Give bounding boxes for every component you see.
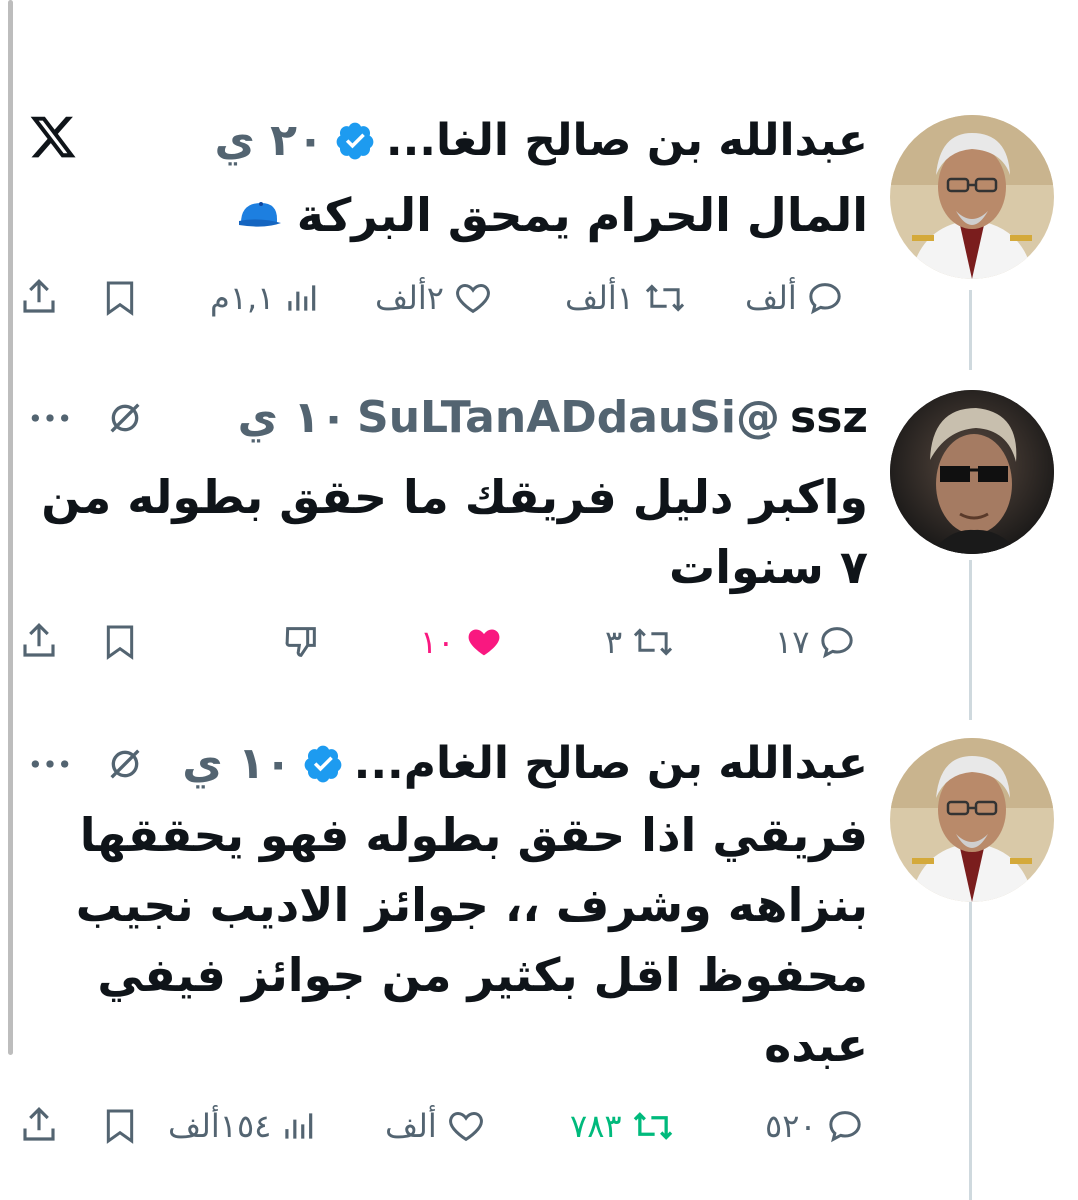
- heart-icon: [456, 283, 490, 314]
- like-count: ١٠: [420, 623, 455, 661]
- views-button[interactable]: ١٥٤ألف: [168, 1106, 317, 1146]
- like-count: ألف: [385, 1107, 437, 1145]
- tweet-time[interactable]: ١٠ ي: [182, 738, 291, 789]
- reply-icon: [821, 627, 854, 659]
- author-name[interactable]: عبدالله بن صالح الغا...: [386, 115, 868, 166]
- reply-icon: [828, 1111, 861, 1143]
- retweet-count: ٣: [605, 623, 623, 661]
- reply-button[interactable]: ١٧: [775, 622, 857, 662]
- bookmark-button[interactable]: [100, 1106, 140, 1146]
- more-icon: [31, 414, 69, 422]
- author-handle[interactable]: @SuLTanADdauSi: [357, 392, 780, 443]
- muted-icon: [105, 744, 145, 784]
- share-icon: [23, 1107, 55, 1141]
- tweet-text: واكبر دليل فريقك ما حقق بطوله من ٧ سنوات: [41, 470, 868, 594]
- share-icon: [23, 279, 55, 313]
- blue-cap-icon: [238, 202, 281, 227]
- bookmark-button[interactable]: [100, 622, 140, 662]
- tweet-header: ssz @SuLTanADdauSi ١٠ ي: [238, 392, 868, 443]
- avatar[interactable]: [890, 390, 1054, 554]
- downvote-button[interactable]: [280, 622, 322, 662]
- heart-icon: [448, 1111, 483, 1142]
- x-logo-icon[interactable]: [28, 112, 78, 162]
- tweet[interactable]: عبدالله بن صالح الغا... ٢٠ ي المال الحرا…: [0, 0, 1078, 340]
- tweet-header: عبدالله بن صالح الغا... ٢٠ ي: [214, 115, 868, 166]
- tweet-header: عبدالله بن صالح الغام... ١٠ ي: [182, 738, 868, 789]
- bookmark-button[interactable]: [100, 278, 140, 318]
- like-button[interactable]: ألف: [385, 1106, 487, 1146]
- reply-count: ألف: [745, 279, 797, 317]
- retweet-button[interactable]: ٧٨٣: [570, 1106, 676, 1146]
- views-icon: [288, 285, 316, 311]
- more-options-button[interactable]: [28, 744, 72, 784]
- thumbs-down-icon: [285, 627, 316, 657]
- tweet[interactable]: عبدالله بن صالح الغام... ١٠ ي فريقي اذا …: [0, 700, 1078, 1200]
- views-icon: [285, 1113, 313, 1139]
- retweet-button[interactable]: ٣: [605, 622, 676, 662]
- share-button[interactable]: [18, 620, 60, 662]
- more-options-button[interactable]: [28, 398, 72, 438]
- tweet-text: المال الحرام يمحق البركة: [296, 188, 868, 242]
- muted-icon: [105, 398, 145, 438]
- author-name[interactable]: ssz: [790, 392, 868, 443]
- bookmark-icon: [106, 281, 134, 316]
- tweet-text: فريقي اذا حقق بطوله فهو يحققها بنزاهه وش…: [75, 808, 868, 1072]
- views-count: ١٥٤ألف: [168, 1107, 272, 1145]
- tweet[interactable]: ssz @SuLTanADdauSi ١٠ ي واكبر دليل فريقك…: [0, 340, 1078, 700]
- like-button[interactable]: ١٠: [420, 622, 506, 662]
- views-button[interactable]: ١,١م: [210, 278, 320, 318]
- avatar[interactable]: [890, 738, 1054, 902]
- retweet-icon: [634, 628, 673, 656]
- views-count: ١,١م: [210, 279, 275, 317]
- reply-icon: [809, 283, 841, 315]
- more-icon: [31, 760, 69, 768]
- verified-badge-icon: [336, 122, 374, 159]
- retweet-icon: [645, 284, 685, 312]
- bookmark-icon: [106, 1109, 134, 1144]
- retweet-count: ٧٨٣: [570, 1107, 622, 1145]
- retweet-button[interactable]: ١ألف: [565, 278, 688, 318]
- tweet-text-row: المال الحرام يمحق البركة: [38, 180, 868, 250]
- like-button[interactable]: ٢ألف: [375, 278, 494, 318]
- share-button[interactable]: [18, 1104, 60, 1146]
- retweet-count: ١ألف: [565, 279, 634, 317]
- retweet-icon: [633, 1112, 672, 1140]
- tweet-time[interactable]: ١٠ ي: [238, 392, 347, 443]
- bookmark-icon: [106, 625, 134, 660]
- author-name[interactable]: عبدالله بن صالح الغام...: [354, 738, 868, 789]
- reply-button[interactable]: ألف: [745, 278, 845, 318]
- share-icon: [23, 623, 55, 657]
- reply-button[interactable]: ٥٢٠: [765, 1106, 865, 1146]
- verified-badge-icon: [304, 745, 341, 782]
- share-button[interactable]: [18, 276, 60, 318]
- reply-count: ١٧: [775, 623, 810, 661]
- reply-count: ٥٢٠: [765, 1107, 817, 1145]
- avatar[interactable]: [890, 115, 1054, 279]
- heart-filled-icon: [468, 629, 500, 656]
- tweet-time[interactable]: ٢٠ ي: [214, 115, 323, 166]
- like-count: ٢ألف: [375, 279, 444, 317]
